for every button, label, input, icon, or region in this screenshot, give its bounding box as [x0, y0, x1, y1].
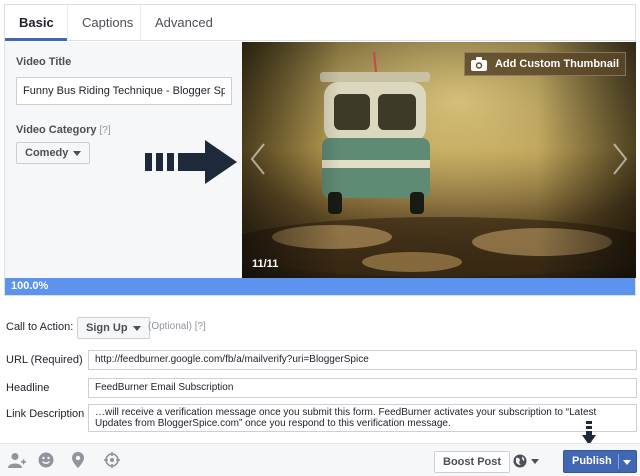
target-icon[interactable]	[104, 452, 120, 468]
chevron-down-icon	[132, 325, 141, 331]
tab-bar: Basic Captions Advanced	[5, 5, 635, 41]
call-to-action-selected: Sign Up	[86, 322, 128, 334]
tab-advanced[interactable]: Advanced	[140, 5, 227, 41]
boost-post-button[interactable]: Boost Post	[434, 451, 511, 473]
url-label: URL (Required)	[6, 354, 83, 366]
video-category-help[interactable]: [?]	[100, 125, 111, 136]
headline-input[interactable]: FeedBurner Email Subscription	[88, 378, 637, 398]
composer-panel: Basic Captions Advanced Video Title Vide…	[4, 4, 636, 296]
tab-basic[interactable]: Basic	[5, 5, 68, 41]
video-thumbnail: Add Custom Thumbnail 11/11	[242, 42, 636, 278]
right-arrow-icon	[145, 140, 237, 184]
publish-label: Publish	[572, 455, 612, 467]
publish-divider	[618, 454, 619, 469]
tab-captions[interactable]: Captions	[67, 5, 147, 41]
publish-button[interactable]: Publish	[563, 450, 637, 473]
optional-text: (Optional)	[148, 321, 192, 332]
call-to-action-optional: (Optional) [?]	[148, 321, 206, 332]
upload-progress-fill	[5, 278, 635, 295]
composer-bottom-bar: Boost Post Publish	[0, 443, 640, 476]
add-custom-thumbnail-button[interactable]: Add Custom Thumbnail	[463, 52, 626, 76]
thumbnail-image	[242, 42, 636, 278]
url-input[interactable]: http://feedburner.google.com/fb/a/mailve…	[88, 350, 637, 370]
upload-progress-bar: 100.0%	[5, 278, 635, 295]
location-icon[interactable]	[72, 452, 84, 468]
video-details-panel: Video Title Video Category[?] Comedy	[5, 42, 242, 278]
video-title-label: Video Title	[16, 56, 72, 68]
audience-selector[interactable]	[513, 454, 539, 471]
down-arrow-icon	[582, 421, 596, 445]
chevron-down-icon[interactable]	[623, 460, 631, 465]
video-category-label: Video Category [?]	[16, 124, 111, 136]
call-to-action-help[interactable]: [?]	[195, 321, 206, 332]
video-title-input[interactable]	[16, 77, 232, 105]
camera-icon	[470, 57, 487, 71]
globe-icon	[513, 454, 539, 468]
feeling-icon[interactable]	[38, 452, 54, 468]
link-description-label: Link Description	[6, 408, 85, 420]
call-to-action-label: Call to Action:	[6, 321, 74, 333]
link-description-input[interactable]: …will receive a verification message onc…	[88, 404, 637, 432]
video-category-selected: Comedy	[25, 147, 69, 159]
tag-people-icon[interactable]	[8, 452, 26, 468]
chevron-right-icon[interactable]	[612, 142, 628, 176]
thumbnail-counter: 11/11	[252, 258, 279, 270]
chevron-down-icon	[73, 150, 82, 156]
headline-label: Headline	[6, 382, 50, 394]
video-category-dropdown[interactable]: Comedy	[16, 142, 91, 164]
video-category-label-text: Video Category	[16, 124, 97, 136]
call-to-action-dropdown[interactable]: Sign Up	[77, 317, 150, 339]
add-custom-thumbnail-label: Add Custom Thumbnail	[494, 58, 619, 70]
upload-progress-text: 100.0%	[11, 280, 49, 292]
chevron-left-icon[interactable]	[250, 142, 266, 176]
